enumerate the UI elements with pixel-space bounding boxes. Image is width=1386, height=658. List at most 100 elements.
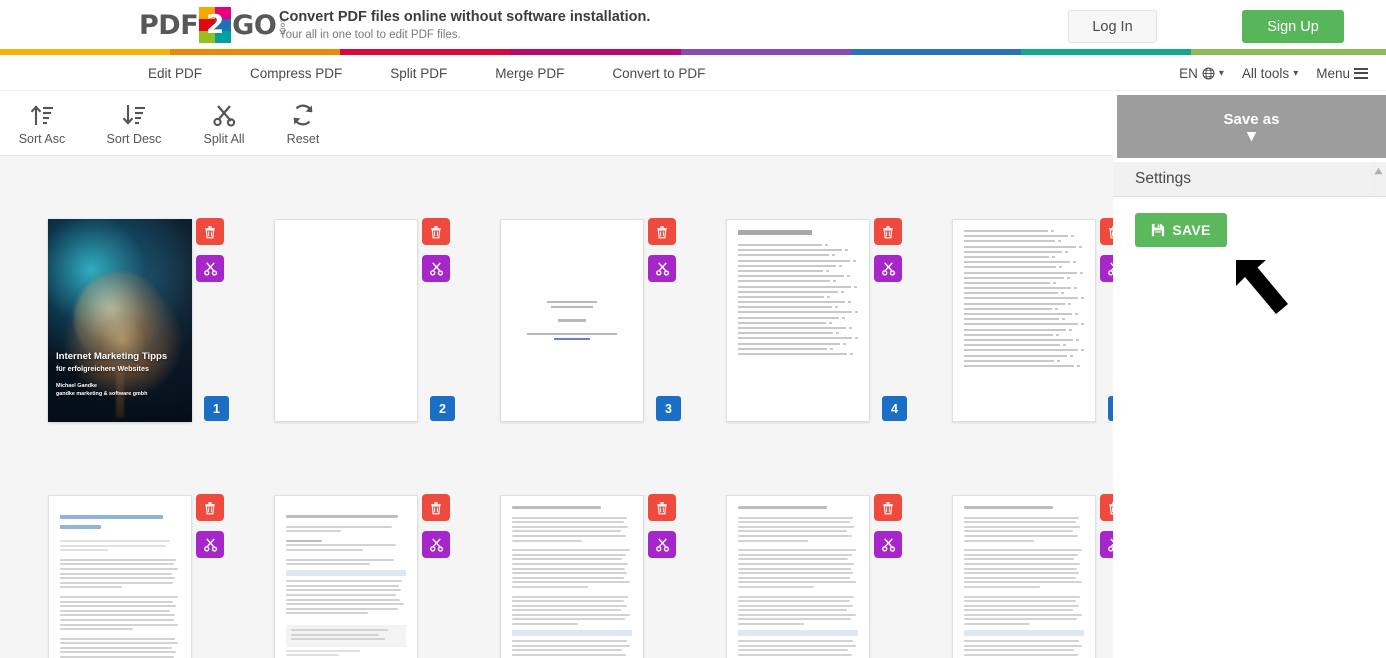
split-page-button[interactable] bbox=[874, 531, 902, 558]
page-item[interactable]: 5 bbox=[952, 205, 1113, 481]
page-content-toc bbox=[953, 220, 1095, 421]
trash-icon bbox=[431, 225, 441, 238]
nav-utility: EN ▾ All tools ▾ Menu bbox=[1179, 55, 1368, 91]
page-number-badge: 3 bbox=[656, 396, 681, 421]
nav-item-convert-to-pdf[interactable]: Convert to PDF bbox=[588, 66, 729, 81]
split-page-button[interactable] bbox=[1100, 255, 1113, 282]
page-thumbnail[interactable]: Internet Marketing Tipps für erfolgreiche… bbox=[48, 219, 192, 422]
scissors-icon bbox=[655, 262, 669, 276]
save-as-dropdown[interactable]: Save as ▾ bbox=[1117, 95, 1386, 158]
reset-button[interactable]: Reset bbox=[261, 92, 345, 156]
delete-page-button[interactable] bbox=[422, 218, 450, 245]
page-thumbnail[interactable] bbox=[500, 219, 644, 422]
delete-page-button[interactable] bbox=[1100, 218, 1113, 245]
sort-asc-label: Sort Asc bbox=[18, 132, 66, 146]
split-page-button[interactable] bbox=[648, 255, 676, 282]
split-all-label: Split All bbox=[203, 132, 245, 146]
page-thumbnail[interactable] bbox=[726, 495, 870, 658]
page-item[interactable]: 6 bbox=[48, 481, 274, 658]
page-thumbnail[interactable] bbox=[952, 495, 1096, 658]
page-item[interactable]: Internet Marketing Tipps für erfolgreiche… bbox=[48, 205, 274, 481]
main-navigation: Edit PDF Compress PDF Split PDF Merge PDF Co… bbox=[0, 55, 1386, 91]
trash-icon bbox=[657, 501, 667, 514]
nav-item-split-pdf[interactable]: Split PDF bbox=[366, 66, 471, 81]
site-logo[interactable]: PDF 2 GO .com bbox=[139, 7, 287, 43]
chevron-down-icon: ▾ bbox=[1218, 67, 1224, 79]
all-tools-menu[interactable]: All tools ▾ bbox=[1242, 66, 1298, 81]
split-page-button[interactable] bbox=[422, 255, 450, 282]
pages-row: Internet Marketing Tipps für erfolgreiche… bbox=[0, 205, 1113, 481]
trash-icon bbox=[205, 225, 215, 238]
delete-page-button[interactable] bbox=[196, 494, 224, 521]
cover-subtitle: für erfolgreichere Websites bbox=[56, 363, 149, 373]
split-page-button[interactable] bbox=[874, 255, 902, 282]
menu-label: Menu bbox=[1316, 65, 1350, 81]
nav-item-edit-pdf[interactable]: Edit PDF bbox=[124, 66, 226, 81]
page-content-text bbox=[275, 496, 417, 658]
cover-text: Internet Marketing Tipps für erfolgreiche… bbox=[56, 351, 184, 398]
page-item[interactable]: 3 bbox=[500, 205, 726, 481]
sort-ascending-icon bbox=[30, 105, 53, 126]
page-thumbnail[interactable] bbox=[500, 495, 644, 658]
chevron-down-icon: ▾ bbox=[1293, 67, 1299, 79]
save-button[interactable]: SAVE bbox=[1135, 213, 1227, 247]
split-page-button[interactable] bbox=[1100, 531, 1113, 558]
header-tagline: Convert PDF files online without softwar… bbox=[279, 9, 650, 43]
page-content-blank bbox=[275, 220, 417, 421]
scissors-icon bbox=[881, 262, 895, 276]
logo-color-square: 2 bbox=[199, 7, 232, 43]
nav-item-merge-pdf[interactable]: Merge PDF bbox=[471, 66, 588, 81]
hamburger-icon bbox=[1354, 67, 1368, 79]
sort-desc-button[interactable]: Sort Desc bbox=[92, 92, 176, 156]
login-button[interactable]: Log In bbox=[1068, 10, 1157, 43]
split-page-button[interactable] bbox=[196, 255, 224, 282]
site-header: PDF 2 GO .com Convert PDF files online w… bbox=[0, 0, 1386, 48]
delete-page-button[interactable] bbox=[648, 218, 676, 245]
trash-icon bbox=[883, 501, 893, 514]
page-item[interactable]: 9 bbox=[726, 481, 952, 658]
delete-page-button[interactable] bbox=[874, 494, 902, 521]
nav-items: Edit PDF Compress PDF Split PDF Merge PDF Co… bbox=[124, 55, 729, 91]
delete-page-button[interactable] bbox=[874, 218, 902, 245]
scissors-icon bbox=[881, 538, 895, 552]
nav-item-compress-pdf[interactable]: Compress PDF bbox=[226, 66, 366, 81]
page-item[interactable]: 8 bbox=[500, 481, 726, 658]
split-page-button[interactable] bbox=[648, 531, 676, 558]
all-tools-label: All tools bbox=[1241, 65, 1290, 81]
pages-workspace[interactable]: Internet Marketing Tipps für erfolgreiche… bbox=[0, 156, 1113, 658]
language-selector[interactable]: EN ▾ bbox=[1179, 66, 1224, 81]
signup-button[interactable]: Sign Up bbox=[1242, 10, 1344, 43]
menu-button[interactable]: Menu bbox=[1316, 66, 1368, 81]
page-item[interactable]: 4 bbox=[726, 205, 952, 481]
split-page-button[interactable] bbox=[422, 531, 450, 558]
delete-page-button[interactable] bbox=[648, 494, 676, 521]
reset-icon bbox=[293, 104, 313, 126]
tagline-sub: Your all in one tool to edit PDF files. bbox=[279, 29, 461, 42]
page-item[interactable]: 10 bbox=[952, 481, 1113, 658]
scroll-up-arrow-icon[interactable] bbox=[1374, 167, 1383, 176]
page-thumbnail[interactable] bbox=[274, 495, 418, 658]
page-content-toc bbox=[727, 220, 869, 421]
page-thumbnail[interactable] bbox=[726, 219, 870, 422]
sort-descending-icon bbox=[122, 104, 145, 125]
delete-page-button[interactable] bbox=[422, 494, 450, 521]
language-label: EN bbox=[1179, 65, 1198, 81]
trash-icon bbox=[883, 225, 893, 238]
page-item[interactable]: 2 bbox=[274, 205, 500, 481]
cover-author: Michael Gandke bbox=[56, 382, 98, 389]
page-thumbnail[interactable] bbox=[48, 495, 192, 658]
logo-digit-two: 2 bbox=[206, 10, 225, 40]
sort-asc-button[interactable]: Sort Asc bbox=[0, 92, 84, 156]
delete-page-button[interactable] bbox=[196, 218, 224, 245]
split-all-button[interactable]: Split All bbox=[182, 92, 266, 156]
page-item[interactable]: 7 bbox=[274, 481, 500, 658]
page-content-text bbox=[953, 496, 1095, 658]
trash-icon bbox=[657, 225, 667, 238]
cover-title: Internet Marketing Tipps bbox=[56, 350, 168, 362]
right-panel: Save as ▾ Settings SAVE bbox=[1113, 92, 1386, 658]
delete-page-button[interactable] bbox=[1100, 494, 1113, 521]
settings-title: Settings bbox=[1135, 170, 1192, 187]
split-page-button[interactable] bbox=[196, 531, 224, 558]
page-thumbnail[interactable] bbox=[274, 219, 418, 422]
page-thumbnail[interactable] bbox=[952, 219, 1096, 422]
